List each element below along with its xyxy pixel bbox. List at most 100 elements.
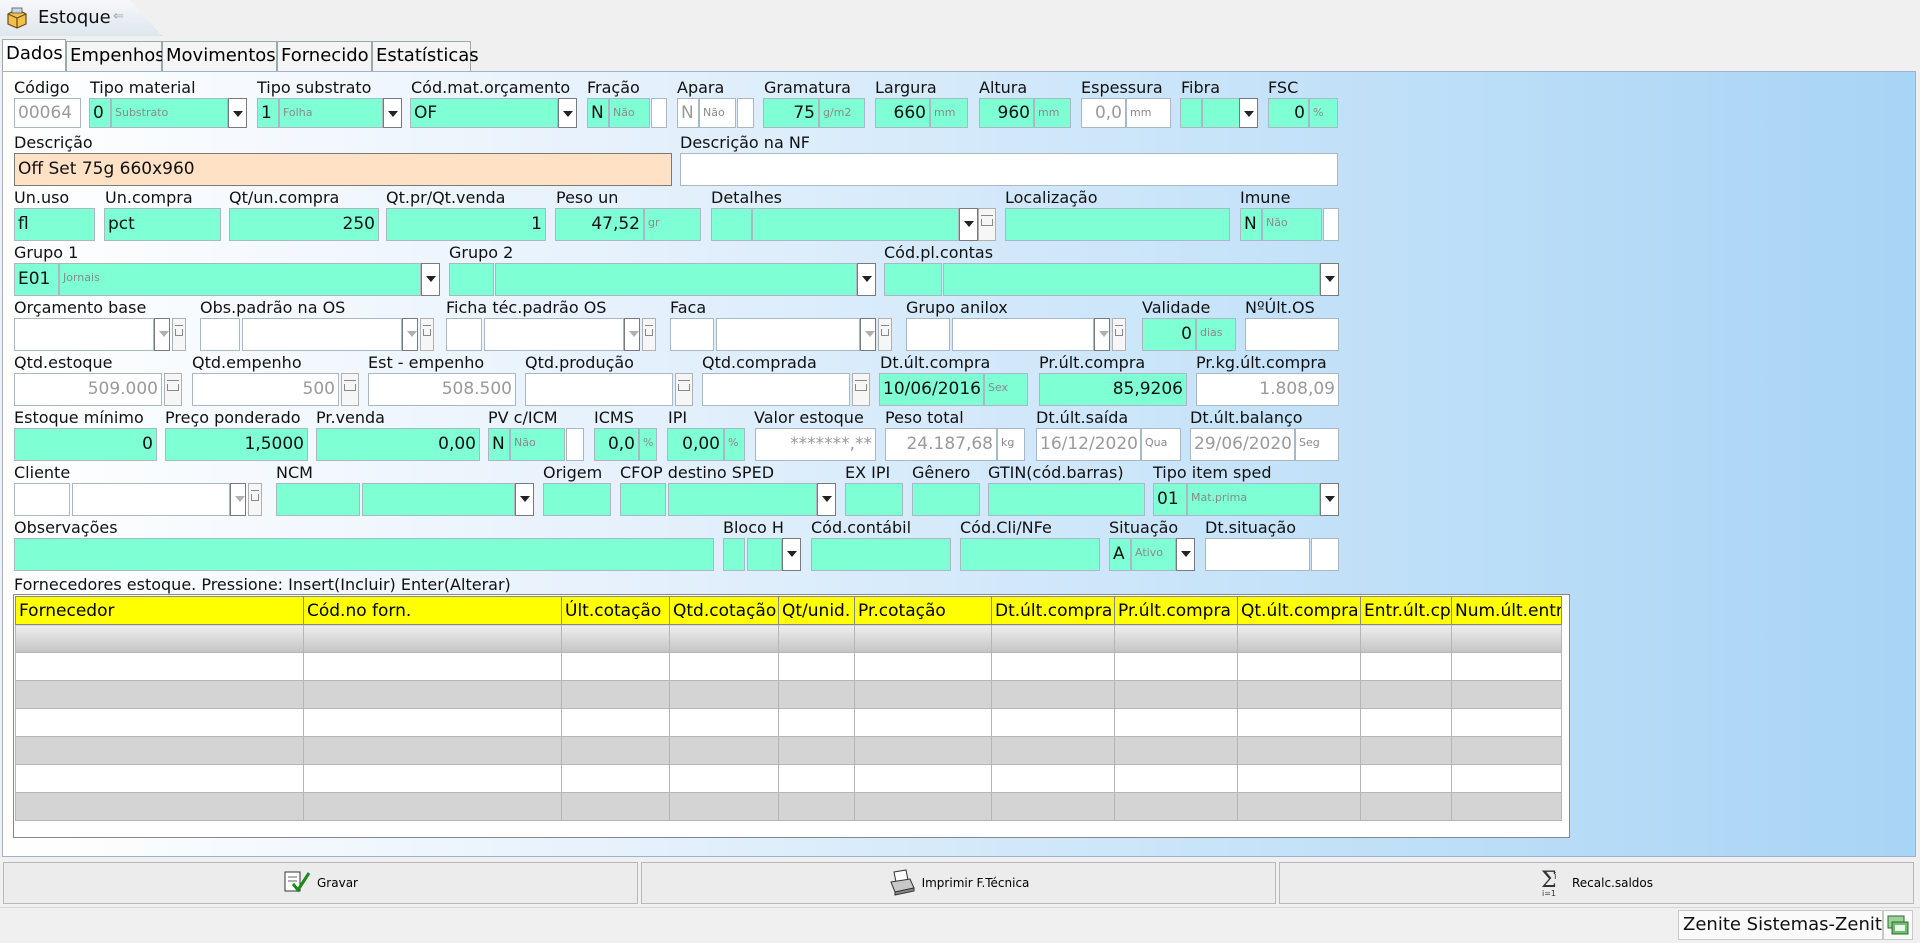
qt-un-compra-field[interactable]: 250 (229, 208, 379, 241)
cliente-code[interactable] (14, 483, 70, 516)
grupo1-dropdown[interactable] (421, 263, 440, 296)
obs-padrao-os-code[interactable] (200, 318, 240, 351)
pr-ult-compra-field[interactable]: 85,9206 (1039, 373, 1187, 406)
imune-code[interactable]: N (1240, 208, 1262, 241)
pv-icm-extra[interactable] (566, 428, 584, 461)
orcamento-base-field[interactable] (14, 318, 154, 351)
gramatura-field[interactable]: 75 (763, 98, 819, 128)
fracao-extra[interactable] (651, 98, 667, 128)
cod-pl-contas-code[interactable] (884, 263, 942, 296)
tipo-item-sped-dropdown[interactable] (1320, 483, 1339, 516)
cod-mat-orc-dropdown[interactable] (558, 98, 577, 128)
col-qt-ult-compra[interactable]: Qt.últ.compra (1237, 596, 1361, 625)
pr-kg-ult-compra-field[interactable]: 1.808,09 (1196, 373, 1339, 406)
grupo2-dropdown[interactable] (857, 263, 876, 296)
dt-ult-balanco-field[interactable]: 29/06/2020 (1190, 428, 1295, 461)
imune-extra[interactable] (1323, 208, 1339, 241)
espessura-field[interactable]: 0,0 (1081, 98, 1126, 128)
fibra-code[interactable] (1180, 98, 1202, 128)
observacoes-field[interactable] (14, 538, 714, 571)
gravar-button[interactable]: Gravar (3, 862, 638, 904)
ficha-tec-code[interactable] (446, 318, 482, 351)
detalhes-search-icon[interactable] (978, 208, 996, 241)
detalhes-dropdown[interactable] (959, 208, 978, 241)
col-entr-ult-cp[interactable]: Entr.últ.cp (1360, 596, 1452, 625)
dt-ult-compra-field[interactable]: 10/06/2016 (879, 373, 984, 406)
situacao-code[interactable]: A (1109, 538, 1131, 571)
gtin-field[interactable] (988, 483, 1145, 516)
grupo-anilox-dropdown[interactable] (1094, 318, 1110, 351)
ficha-tec-search-icon[interactable] (642, 318, 656, 351)
obs-padrao-os-dropdown[interactable] (402, 318, 418, 351)
descricao-nf-field[interactable] (680, 153, 1338, 186)
qtd-comprada-field[interactable] (702, 373, 850, 406)
col-ult-cotacao[interactable]: Últ.cotação (561, 596, 670, 625)
fracao-code[interactable]: N (587, 98, 609, 128)
suppliers-table[interactable]: Fornecedor Cód.no forn. Últ.cotação Qtd.… (15, 596, 1562, 821)
imprimir-ficha-tecnica-button[interactable]: Imprimir F.Técnica (641, 862, 1276, 904)
faca-code[interactable] (670, 318, 714, 351)
preco-ponderado-field[interactable]: 1,5000 (165, 428, 308, 461)
estoque-minimo-field[interactable]: 0 (14, 428, 157, 461)
cliente-dropdown[interactable] (230, 483, 246, 516)
num-ult-os-field[interactable] (1245, 318, 1339, 351)
qtd-producao-detail-icon[interactable] (675, 373, 693, 406)
col-pr-cotacao[interactable]: Pr.cotação (854, 596, 992, 625)
qtd-comprada-detail-icon[interactable] (852, 373, 870, 406)
icms-field[interactable]: 0,0 (594, 428, 639, 461)
table-row[interactable] (15, 792, 1562, 821)
origem-field[interactable] (543, 483, 611, 516)
pv-icm-code[interactable]: N (488, 428, 510, 461)
ex-ipi-field[interactable] (845, 483, 903, 516)
table-row[interactable] (15, 680, 1562, 709)
qtd-estoque-detail-icon[interactable] (164, 373, 182, 406)
tipo-substrato-code[interactable]: 1 (257, 98, 279, 128)
network-icon[interactable] (1883, 910, 1913, 940)
un-uso-field[interactable]: fl (14, 208, 95, 241)
col-cod-no-forn[interactable]: Cód.no forn. (303, 596, 562, 625)
faca-search-icon[interactable] (878, 318, 892, 351)
table-row[interactable] (15, 764, 1562, 793)
qtd-producao-field[interactable] (525, 373, 673, 406)
back-arrow-icon[interactable]: ⇐ (113, 9, 124, 24)
fsc-field[interactable]: 0 (1268, 98, 1309, 128)
tipo-material-code[interactable]: 0 (89, 98, 111, 128)
tab-estatisticas[interactable]: Estatísticas (372, 41, 479, 71)
tipo-substrato-dropdown[interactable] (383, 98, 402, 128)
qtd-empenho-field[interactable]: 500 (192, 373, 339, 406)
cod-mat-orc-field[interactable]: OF (410, 98, 558, 128)
tab-empenhos[interactable]: Empenhos (66, 41, 165, 71)
un-compra-field[interactable]: pct (104, 208, 221, 241)
tab-dados[interactable]: Dados (2, 39, 66, 72)
dt-situacao-field[interactable] (1205, 538, 1310, 571)
ipi-field[interactable]: 0,00 (667, 428, 724, 461)
ficha-tec-dropdown[interactable] (624, 318, 640, 351)
genero-field[interactable] (912, 483, 980, 516)
cfop-dropdown[interactable] (817, 483, 836, 516)
col-qt-unid[interactable]: Qt/unid. (778, 596, 855, 625)
table-row[interactable] (15, 708, 1562, 737)
table-row[interactable] (15, 652, 1562, 681)
obs-padrao-os-search-icon[interactable] (420, 318, 434, 351)
orcamento-base-dropdown[interactable] (154, 318, 170, 351)
cliente-search-icon[interactable] (248, 483, 262, 516)
cod-pl-contas-dropdown[interactable] (1320, 263, 1339, 296)
validade-field[interactable]: 0 (1142, 318, 1196, 351)
tab-movimentos[interactable]: Movimentos (162, 41, 277, 71)
est-empenho-field[interactable]: 508.500 (368, 373, 516, 406)
cod-cli-nfe-field[interactable] (960, 538, 1100, 571)
col-fornecedor[interactable]: Fornecedor (15, 596, 304, 625)
ncm-code[interactable] (276, 483, 360, 516)
orcamento-base-search-icon[interactable] (172, 318, 186, 351)
altura-field[interactable]: 960 (979, 98, 1034, 128)
qtd-estoque-field[interactable]: 509.000 (14, 373, 162, 406)
grupo-anilox-search-icon[interactable] (1112, 318, 1126, 351)
qtd-empenho-detail-icon[interactable] (341, 373, 359, 406)
col-pr-ult-compra[interactable]: Pr.últ.compra (1114, 596, 1238, 625)
table-row[interactable] (15, 624, 1562, 653)
bloco-h-dropdown[interactable] (782, 538, 801, 571)
grupo1-code[interactable]: E01 (14, 263, 59, 296)
fibra-dropdown[interactable] (1239, 98, 1258, 128)
tipo-item-sped-code[interactable]: 01 (1153, 483, 1187, 516)
ncm-dropdown[interactable] (515, 483, 534, 516)
